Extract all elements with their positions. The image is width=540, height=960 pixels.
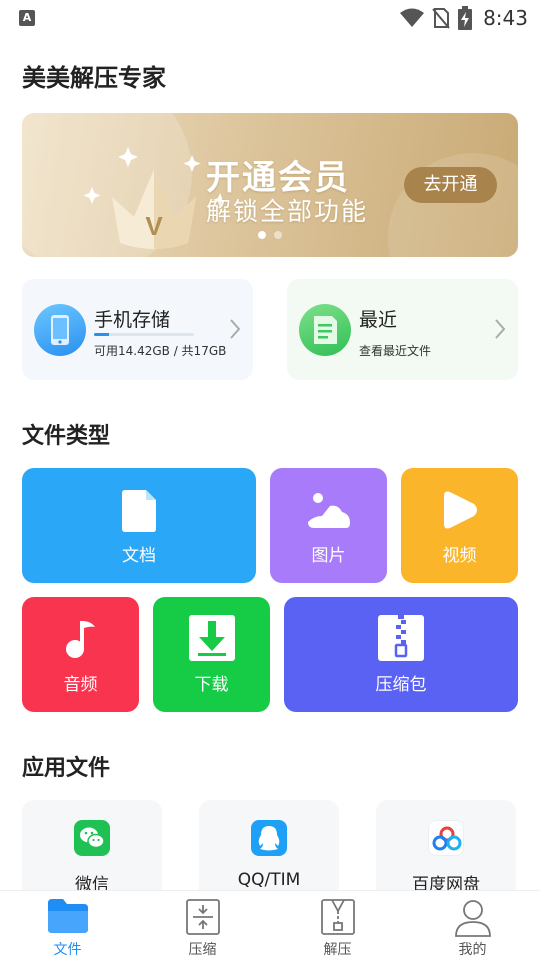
recent-files-card[interactable]: 最近 查看最近文件 [287,279,518,380]
qq-icon [251,820,287,856]
activate-vip-button[interactable]: 去开通 [404,167,497,203]
banner-subtitle: 解锁全部功能 [206,197,369,226]
app-files-heading: 应用文件 [22,756,111,781]
nav-tab-files[interactable]: 文件 [0,891,135,960]
nav-label: 文件 [53,942,82,958]
file-type-audio[interactable]: 音频 [22,597,139,712]
chevron-right-icon [230,319,241,339]
app-files-qq[interactable]: QQ/TIM [199,800,339,900]
crown-letter: V [145,211,163,241]
music-note-icon [65,621,95,658]
tile-label: 文档 [122,546,156,566]
nav-tab-compress[interactable]: 压缩 [135,891,270,960]
tile-label: 视频 [442,546,477,566]
storage-progress-bar [94,333,194,336]
status-bar: A 8:43 [0,0,540,36]
storage-usage: 可用14.42GB / 共17GB [94,344,227,358]
image-icon [307,493,350,528]
no-sim-icon [432,8,450,29]
nav-label: 解压 [323,942,352,958]
recent-document-icon [299,304,351,356]
zip-icon [378,615,424,661]
status-icons: 8:43 [399,4,528,32]
wifi-icon [400,8,425,27]
file-type-downloads[interactable]: 下载 [153,597,270,712]
recent-title: 最近 [359,309,398,331]
tile-label: 下载 [194,675,229,695]
app-files-baidu-netdisk[interactable]: 百度网盘 [376,800,516,900]
document-icon [122,490,156,532]
phone-storage-card[interactable]: 手机存储 可用14.42GB / 共17GB [22,279,253,380]
file-type-documents[interactable]: 文档 [22,468,256,583]
banner-pagination [258,231,282,239]
play-icon [443,491,477,529]
compress-icon [185,899,220,935]
nav-label: 我的 [458,942,487,958]
phone-icon [34,304,86,356]
download-icon [188,615,235,661]
bottom-navigation: 文件 压缩 解压 我的 [0,890,540,960]
battery-charging-icon [458,6,473,30]
folder-icon [47,899,88,933]
pagination-dot [274,231,282,239]
file-type-videos[interactable]: 视频 [401,468,518,583]
recent-subtitle: 查看最近文件 [359,344,432,358]
file-type-images[interactable]: 图片 [270,468,387,583]
notification-app-icon: A [19,10,35,26]
nav-tab-extract[interactable]: 解压 [270,891,405,960]
tile-label: 音频 [63,675,98,695]
chevron-right-icon [495,319,506,339]
pagination-dot [258,231,266,239]
nav-tab-profile[interactable]: 我的 [405,891,540,960]
baidu-netdisk-icon [428,820,464,856]
file-types-heading: 文件类型 [22,424,111,449]
storage-progress-fill [94,333,109,336]
extract-icon [320,899,355,935]
app-label: QQ/TIM [237,870,301,890]
tile-label: 图片 [311,546,346,566]
user-icon [454,900,491,937]
wechat-icon [74,820,110,856]
file-type-archives[interactable]: 压缩包 [284,597,518,712]
tile-label: 压缩包 [375,675,427,695]
page-title: 美美解压专家 [22,64,166,92]
crown-icon: V [83,147,222,249]
storage-title: 手机存储 [94,309,171,331]
app-files-wechat[interactable]: 微信 [22,800,162,900]
clock: 8:43 [483,6,528,30]
nav-label: 压缩 [188,942,217,958]
